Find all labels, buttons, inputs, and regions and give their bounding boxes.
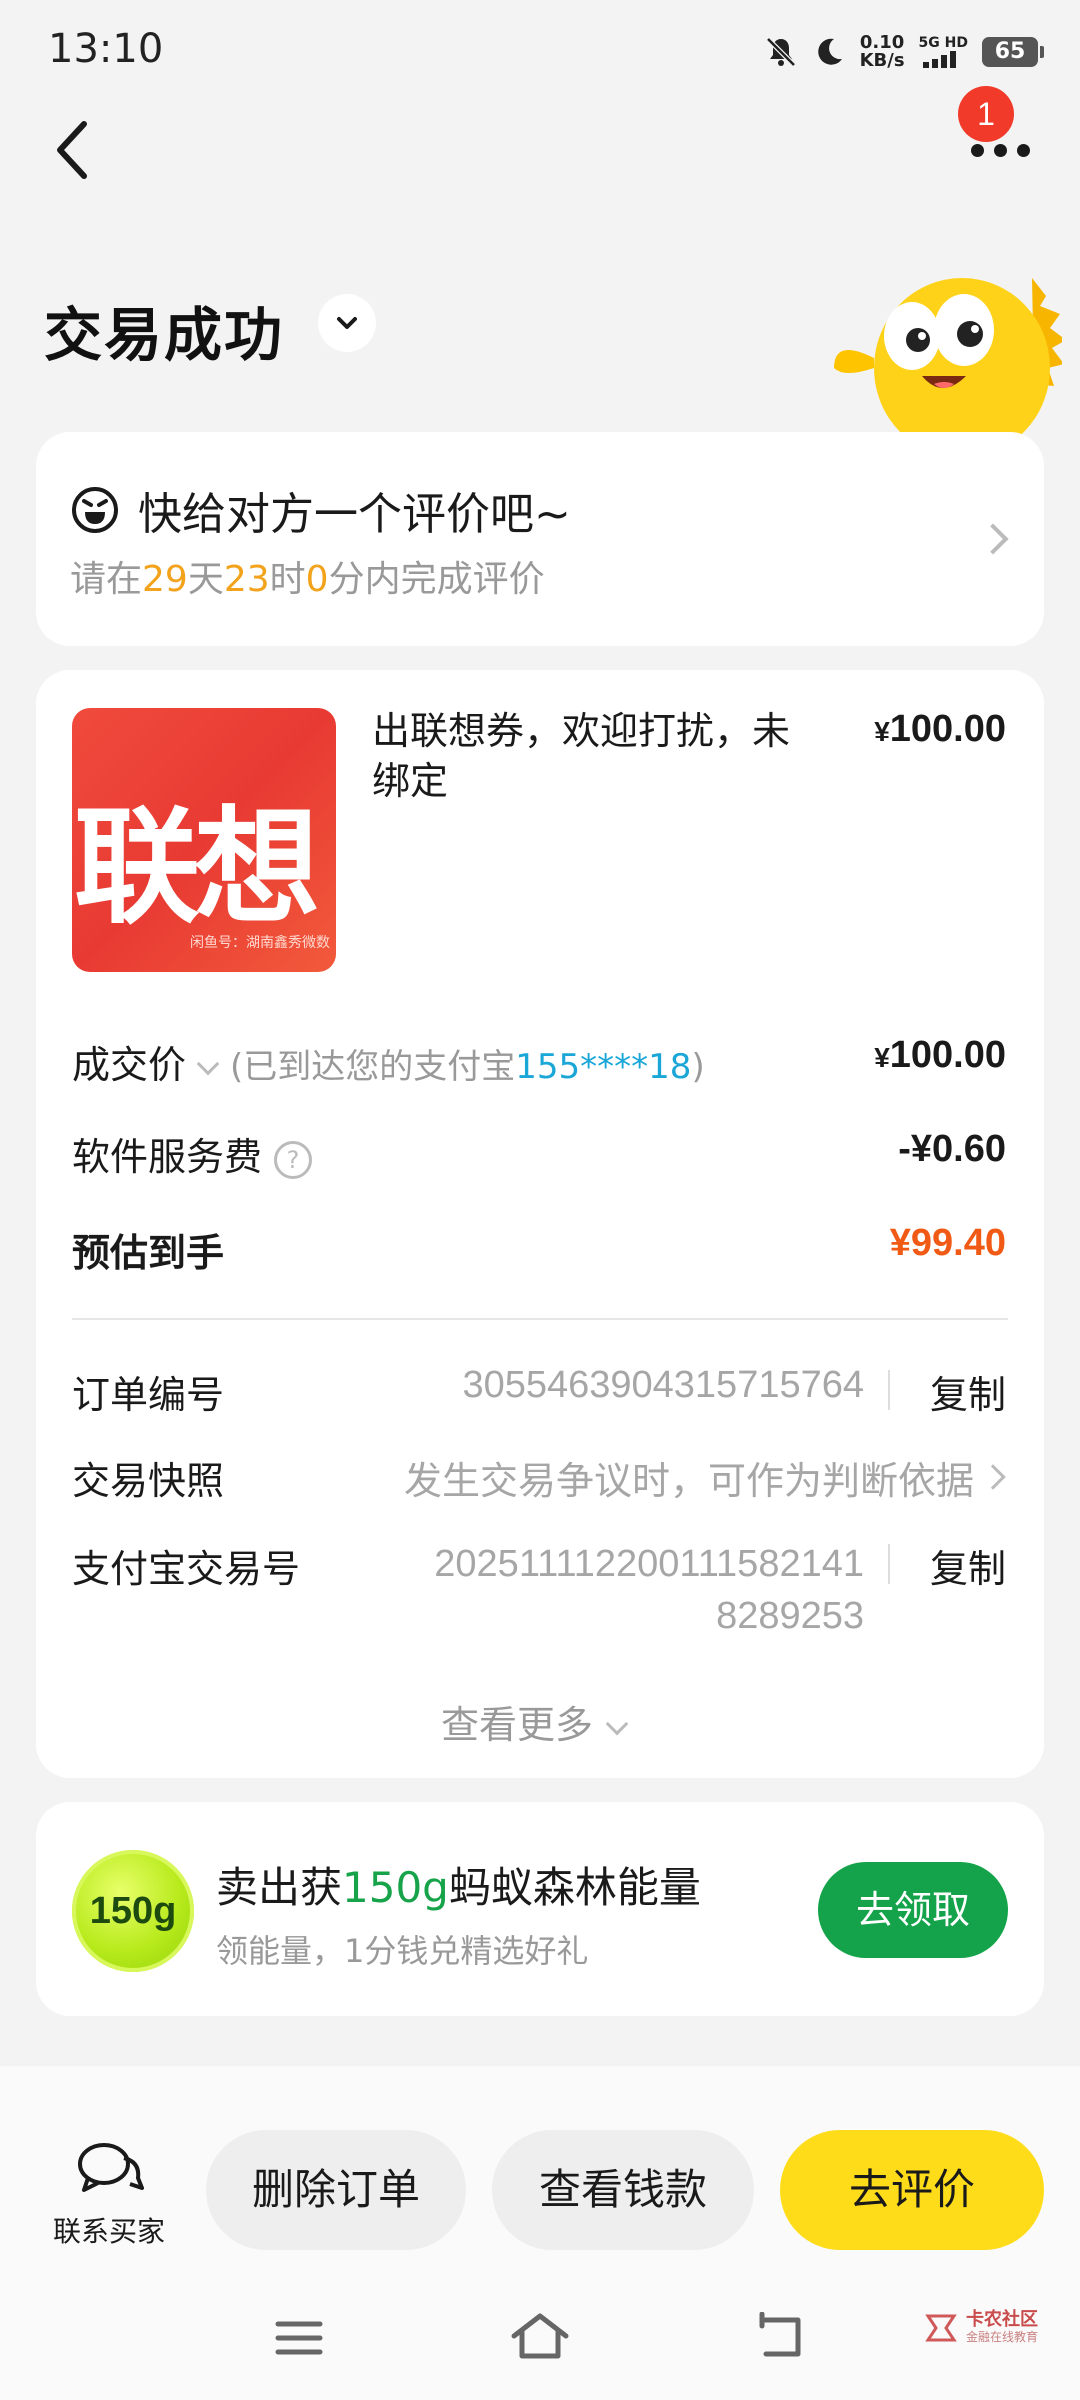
more-dot-icon xyxy=(993,143,1007,157)
divider xyxy=(72,1318,1008,1320)
alipay-number-value: 202511112200111582141 8289253 xyxy=(434,1543,864,1637)
signal-bars-icon xyxy=(923,51,957,68)
service-fee-value: -¥0.60 xyxy=(898,1128,1006,1170)
item-title[interactable]: 出联想券，欢迎打扰，未绑定 xyxy=(372,706,792,806)
chevron-down-icon xyxy=(196,1052,220,1075)
help-icon[interactable]: ? xyxy=(274,1140,313,1179)
contact-buyer-label: 联系买家 xyxy=(52,2215,165,2248)
estimate-label: 预估到手 xyxy=(72,1231,225,1275)
energy-subtitle: 领能量，1分钱兑精选好礼 xyxy=(216,1932,589,1970)
order-number-label: 订单编号 xyxy=(72,1373,225,1417)
deal-price-label: 成交价 xyxy=(72,1043,187,1087)
snapshot-label: 交易快照 xyxy=(72,1459,225,1503)
chevron-down-icon xyxy=(605,1712,629,1735)
review-prompt: 快给对方一个评价吧~ xyxy=(70,478,571,542)
notification-badge: 1 xyxy=(958,86,1014,142)
copy-alipay-number-button[interactable]: 复制 xyxy=(930,1538,1006,1593)
menu-icon[interactable] xyxy=(274,2318,324,2358)
snapshot-chevron-right-icon xyxy=(980,1464,1006,1490)
separator xyxy=(888,1544,890,1584)
order-number-value: 3055463904315715764 xyxy=(462,1364,864,1406)
service-fee-label-row: 软件服务费? xyxy=(72,1126,313,1181)
view-money-button[interactable]: 查看钱款 xyxy=(492,2130,754,2250)
status-expand-button[interactable] xyxy=(318,294,376,352)
review-deadline: 请在29天23时0分内完成评价 xyxy=(70,559,545,600)
claim-energy-button[interactable]: 去领取 xyxy=(818,1862,1008,1958)
copy-order-number-button[interactable]: 复制 xyxy=(930,1364,1006,1419)
deal-price-row[interactable]: 成交价 (已到达您的支付宝155****18) xyxy=(72,1034,705,1089)
home-icon[interactable] xyxy=(508,2310,572,2362)
happy-face-icon xyxy=(72,487,118,533)
energy-badge: 150g xyxy=(72,1850,194,1972)
signal-indicator: 5G HD xyxy=(919,36,968,68)
status-icons: 0.10 KB/s 5G HD 65 xyxy=(764,26,1044,78)
mute-bell-icon xyxy=(765,37,796,67)
snapshot-value[interactable]: 发生交易争议时，可作为判断依据 xyxy=(404,1450,974,1505)
review-chevron-right-icon xyxy=(977,523,1009,555)
moon-icon xyxy=(817,38,842,65)
item-price: ¥100.00 xyxy=(874,708,1006,750)
mascot-illustration xyxy=(834,278,1062,448)
see-more-button[interactable]: 查看更多 xyxy=(0,1694,1080,1749)
estimate-value: ¥99.40 xyxy=(889,1222,1006,1264)
watermark-title: 卡农社区 xyxy=(965,2309,1038,2330)
chevron-down-icon xyxy=(337,317,357,329)
alipay-number-label: 支付宝交易号 xyxy=(72,1547,301,1591)
review-title: 快给对方一个评价吧~ xyxy=(138,489,571,540)
thumbnail-text: 联想 xyxy=(74,794,320,941)
deal-price-note: (已到达您的支付宝155****18) xyxy=(230,1047,705,1087)
back-nav-icon[interactable] xyxy=(752,2312,808,2360)
chat-bubble-icon xyxy=(78,2143,144,2192)
watermark-subtitle: 金融在线教育 xyxy=(965,2330,1038,2344)
contact-buyer-button[interactable]: 联系买家 xyxy=(44,2138,174,2250)
watermark: 卡农社区 金融在线教育 xyxy=(924,2310,1038,2344)
chevron-left-icon xyxy=(57,121,87,179)
item-thumbnail[interactable]: 联想 闲鱼号：湖南鑫秀微数 xyxy=(72,708,336,972)
alipay-account: 155****18 xyxy=(515,1047,692,1087)
deal-price: ¥100.00 xyxy=(874,1034,1006,1076)
more-dot-icon xyxy=(1016,143,1030,157)
battery-indicator: 65 xyxy=(982,37,1044,67)
separator xyxy=(888,1370,890,1410)
service-fee-label: 软件服务费 xyxy=(72,1135,263,1179)
signal-label: 5G HD xyxy=(918,35,968,51)
countdown-minutes: 0 xyxy=(305,559,329,600)
status-time: 13:10 xyxy=(48,26,164,72)
page-title: 交易成功 xyxy=(44,301,285,369)
write-review-button[interactable]: 去评价 xyxy=(780,2130,1044,2250)
back-button[interactable] xyxy=(46,110,106,190)
thumbnail-caption: 闲鱼号：湖南鑫秀微数 xyxy=(190,935,330,951)
delete-order-button[interactable]: 删除订单 xyxy=(206,2130,466,2250)
net-speed: 0.10 KB/s xyxy=(859,32,905,71)
energy-title: 卖出获150g蚂蚁森林能量 xyxy=(216,1863,701,1912)
countdown-days: 29 xyxy=(142,559,188,600)
watermark-logo-icon xyxy=(925,2314,957,2342)
countdown-hours: 23 xyxy=(223,559,270,600)
more-dot-icon xyxy=(970,143,984,157)
